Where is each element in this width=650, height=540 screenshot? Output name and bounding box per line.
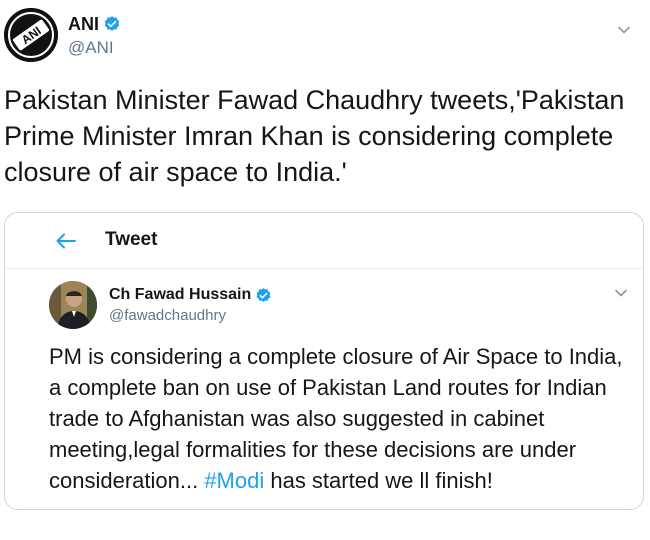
quoted-author-block: Ch Fawad Hussain @fawadchaudhry <box>109 285 272 324</box>
chevron-down-icon[interactable] <box>613 285 629 301</box>
quoted-author-handle[interactable]: @fawadchaudhry <box>109 307 272 324</box>
author-handle[interactable]: @ANI <box>68 38 121 58</box>
topbar-title: Tweet <box>105 229 158 250</box>
tweet-header: ANI ANI @ANI <box>4 8 644 64</box>
author-name-row: ANI <box>68 12 121 36</box>
author-block: ANI @ANI <box>68 12 121 58</box>
quote-topbar: Tweet <box>5 213 643 269</box>
back-arrow-icon[interactable] <box>55 231 77 251</box>
quoted-text-end: has started we ll finish! <box>264 468 493 493</box>
quoted-author-name[interactable]: Ch Fawad Hussain <box>109 286 251 304</box>
hashtag-link[interactable]: #Modi <box>204 468 264 493</box>
profile-photo-icon <box>49 281 97 329</box>
tweet: ANI ANI @ANI Pakistan Minister Fawad Cha… <box>0 0 650 540</box>
chevron-down-icon[interactable] <box>616 22 632 38</box>
verified-badge-icon <box>256 287 271 302</box>
quoted-author-avatar[interactable] <box>49 281 97 329</box>
tweet-text: Pakistan Minister Fawad Chaudhry tweets,… <box>4 85 625 187</box>
verified-badge-icon <box>104 16 120 31</box>
quoted-tweet-text: PM is considering a complete closure of … <box>49 341 635 496</box>
avatar[interactable]: ANI <box>4 8 58 62</box>
ani-logo-icon: ANI <box>4 8 58 62</box>
quoted-author-name-row: Ch Fawad Hussain <box>109 285 272 305</box>
author-name[interactable]: ANI <box>68 14 99 35</box>
quoted-tweet-card[interactable]: Tweet Ch Fawad Hussain @fawadchaudhry PM… <box>4 212 644 510</box>
